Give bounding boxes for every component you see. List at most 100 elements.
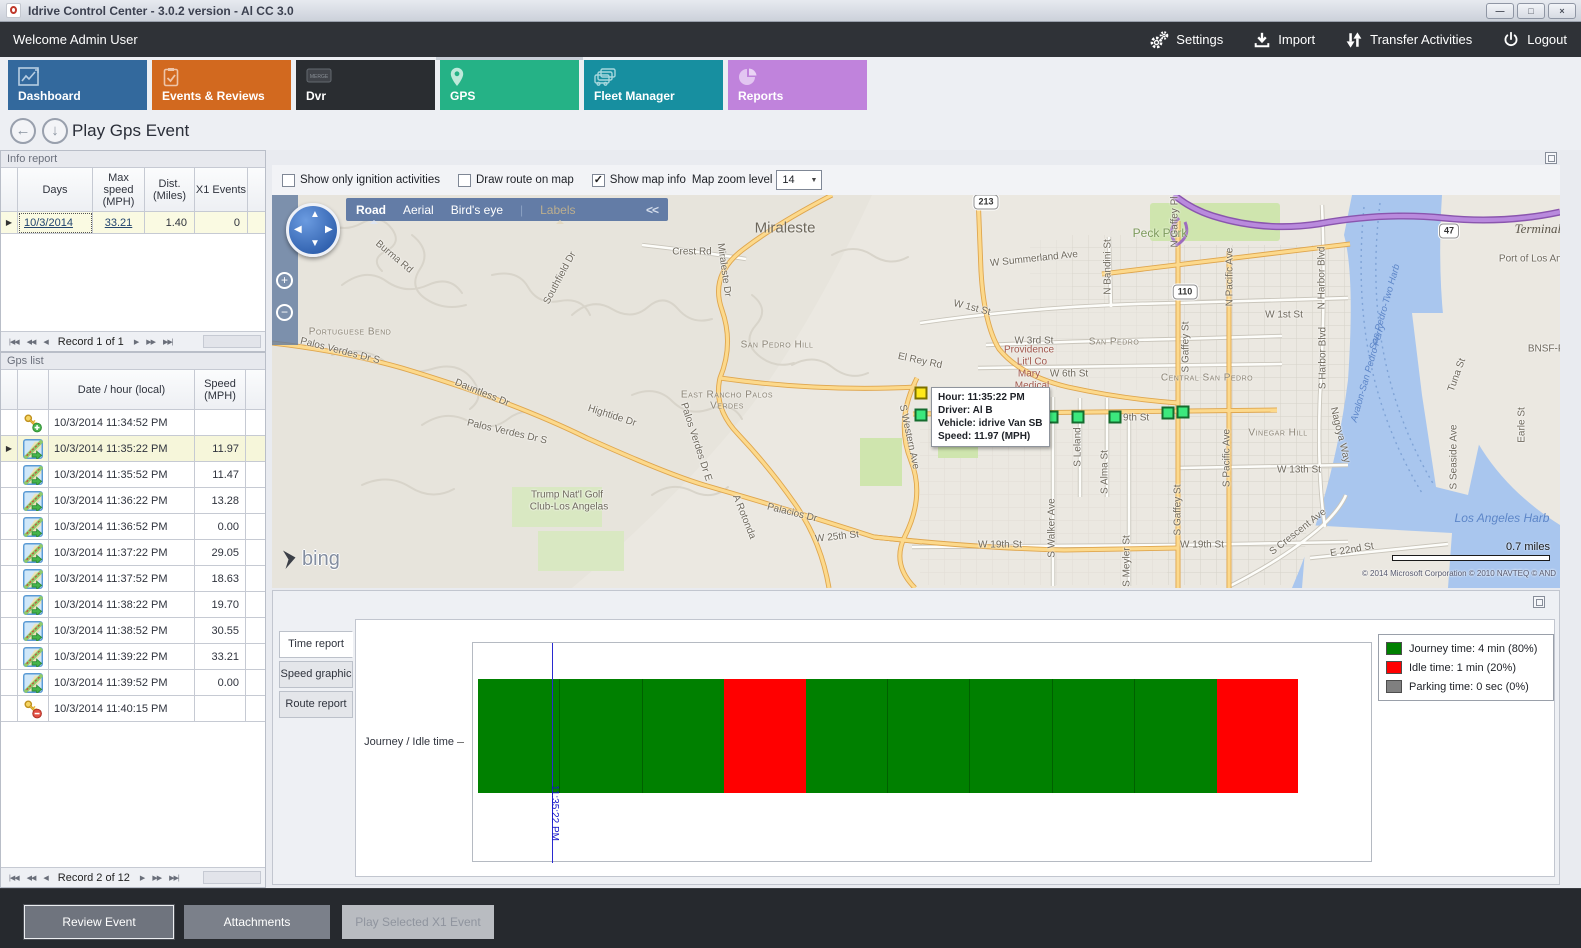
column-header-speed[interactable]: Speed (MPH): [195, 370, 246, 410]
vehicle-green-marker[interactable]: [1109, 411, 1122, 424]
pager-next-icon[interactable]: ▶: [140, 874, 144, 882]
pan-down-icon[interactable]: ▼: [310, 238, 320, 249]
column-header-days[interactable]: Days: [18, 168, 93, 212]
map-style-birds-eye[interactable]: Bird's eye: [451, 203, 503, 217]
pager-first-icon[interactable]: |◀◀: [9, 874, 19, 882]
tooltip-driver: Driver: Al B: [938, 404, 1043, 417]
checkbox-icon[interactable]: ✓: [592, 174, 605, 187]
pan-left-icon[interactable]: ◀: [294, 224, 302, 235]
tab-fleet-manager[interactable]: Fleet Manager: [584, 60, 723, 110]
gps-speed-value: 33.21: [195, 644, 246, 670]
top-navbar: Welcome Admin User Settings Import Trans…: [0, 22, 1581, 57]
checkbox-icon[interactable]: [458, 174, 471, 187]
gps-list-row[interactable]: 10/3/2014 11:37:52 PM18.63: [1, 566, 265, 592]
gps-list-row[interactable]: 10/3/2014 11:34:52 PM: [1, 410, 265, 436]
minimize-button[interactable]: —: [1486, 3, 1514, 19]
journey-segment: [478, 679, 560, 793]
import-button[interactable]: Import: [1253, 31, 1315, 49]
pager-first-icon[interactable]: |◀◀: [9, 338, 19, 346]
gps-list-row[interactable]: 10/3/2014 11:38:52 PM30.55: [1, 618, 265, 644]
gps-list-row[interactable]: 10/3/2014 11:37:22 PM29.05: [1, 540, 265, 566]
pager-next-page-icon[interactable]: ▶▶: [152, 874, 161, 882]
pager-next-icon[interactable]: ▶: [134, 338, 138, 346]
map-zoom-select[interactable]: 14 ▼: [776, 170, 822, 190]
page-header: ← ↓ Play Gps Event: [0, 113, 1581, 150]
gps-date-value: 10/3/2014 11:39:22 PM: [49, 644, 195, 670]
bing-map[interactable]: Crest RdMiralesteBurma RdSouthfield DrMi…: [272, 195, 1560, 588]
tab-time-report[interactable]: Time report: [279, 631, 353, 658]
max-speed-link[interactable]: 33.21: [105, 217, 133, 229]
gps-list-row[interactable]: ▶10/3/2014 11:35:22 PM11.97: [1, 436, 265, 462]
gps-list-row[interactable]: 10/3/2014 11:36:22 PM13.28: [1, 488, 265, 514]
pager-last-icon[interactable]: ▶▶|: [163, 338, 173, 346]
gps-list-row[interactable]: 10/3/2014 11:35:52 PM11.47: [1, 462, 265, 488]
tab-dashboard[interactable]: Dashboard: [8, 60, 147, 110]
maximize-button[interactable]: □: [1517, 3, 1545, 19]
vehicle-green-marker[interactable]: [1072, 411, 1085, 424]
time-cursor-label: 11:35:22 PM: [549, 785, 560, 841]
pan-up-icon[interactable]: ▲: [310, 209, 320, 220]
draw-route-checkbox[interactable]: Draw route on map: [458, 174, 574, 187]
page-title: Play Gps Event: [72, 121, 189, 141]
gps-list-row[interactable]: 10/3/2014 11:40:15 PM: [1, 696, 265, 722]
tab-events-reviews[interactable]: Events & Reviews: [152, 60, 291, 110]
column-header-x1-events[interactable]: X1 Events: [195, 168, 248, 212]
pager-scrollbar[interactable]: [203, 871, 261, 884]
checkbox-icon[interactable]: [282, 174, 295, 187]
map-pan-control[interactable]: ▲ ▼ ◀ ▶: [286, 203, 340, 257]
svg-text:MERGE: MERGE: [310, 74, 329, 80]
gps-list-row[interactable]: 10/3/2014 11:39:22 PM33.21: [1, 644, 265, 670]
tab-dvr[interactable]: MERGE Dvr: [296, 60, 435, 110]
vehicle-green-marker[interactable]: [1177, 406, 1190, 419]
close-button[interactable]: ×: [1548, 3, 1576, 19]
show-map-info-checkbox[interactable]: ✓ Show map info: [592, 174, 686, 187]
pager-prev-icon[interactable]: ◀: [43, 874, 47, 882]
column-header-dist[interactable]: Dist. (Miles): [145, 168, 195, 212]
collapse-chart-panel-icon[interactable]: [1533, 596, 1545, 608]
row-selector: [1, 488, 18, 514]
row-selector: [1, 670, 18, 696]
logout-button[interactable]: Logout: [1502, 31, 1567, 49]
zoom-in-icon[interactable]: +: [276, 272, 293, 289]
vehicle-green-marker[interactable]: [1162, 407, 1175, 420]
tab-speed-graphic[interactable]: Speed graphic: [279, 661, 353, 688]
show-ignition-checkbox[interactable]: Show only ignition activities: [282, 174, 440, 187]
pager-scrollbar[interactable]: [203, 335, 261, 348]
pager-prev-icon[interactable]: ◀: [43, 338, 47, 346]
collapse-map-panel-icon[interactable]: [1545, 152, 1557, 164]
column-header-max-speed[interactable]: Max speed (MPH): [93, 168, 145, 212]
review-event-button[interactable]: Review Event: [24, 905, 174, 939]
pager-prev-page-icon[interactable]: ◀◀: [27, 874, 36, 882]
tab-route-report[interactable]: Route report: [279, 691, 353, 718]
gps-list-row[interactable]: 10/3/2014 11:38:22 PM19.70: [1, 592, 265, 618]
vehicle-yellow-marker[interactable]: [915, 387, 928, 400]
transfer-activities-button[interactable]: Transfer Activities: [1345, 31, 1472, 49]
gps-list-row[interactable]: 10/3/2014 11:39:52 PM0.00: [1, 670, 265, 696]
pager-prev-page-icon[interactable]: ◀◀: [27, 338, 36, 346]
axis-tick: [457, 742, 464, 743]
settings-button[interactable]: Settings: [1149, 30, 1223, 50]
legend-swatch: [1386, 661, 1402, 674]
day-link[interactable]: 10/3/2014: [24, 217, 73, 229]
gps-list-pager: |◀◀ ◀◀ ◀ Record 2 of 12 ▶ ▶▶ ▶▶|: [1, 867, 265, 887]
column-header-date[interactable]: Date / hour (local): [49, 370, 195, 410]
vehicle-green-marker[interactable]: [915, 409, 928, 422]
scale-text: 0.7 miles: [1506, 541, 1550, 553]
collapse-header-button[interactable]: ↓: [42, 118, 68, 144]
info-report-row[interactable]: ▶ 10/3/2014 33.21 1.40 0: [1, 212, 265, 234]
tab-reports[interactable]: Reports: [728, 60, 867, 110]
pan-right-icon[interactable]: ▶: [325, 224, 333, 235]
map-style-road[interactable]: Road: [356, 203, 386, 217]
tab-gps[interactable]: GPS: [440, 60, 579, 110]
collapse-toolbar-button[interactable]: <<: [646, 203, 658, 217]
attachments-button[interactable]: Attachments: [184, 905, 330, 939]
back-button[interactable]: ←: [10, 118, 36, 144]
pager-last-icon[interactable]: ▶▶|: [169, 874, 179, 882]
pager-next-page-icon[interactable]: ▶▶: [146, 338, 155, 346]
gps-list-row[interactable]: 10/3/2014 11:36:52 PM0.00: [1, 514, 265, 540]
x1-events-value: 0: [195, 212, 248, 234]
map-style-labels[interactable]: Labels: [540, 203, 575, 217]
zoom-out-icon[interactable]: −: [276, 304, 293, 321]
map-style-aerial[interactable]: Aerial: [403, 203, 434, 217]
journey-segment: [888, 679, 970, 793]
